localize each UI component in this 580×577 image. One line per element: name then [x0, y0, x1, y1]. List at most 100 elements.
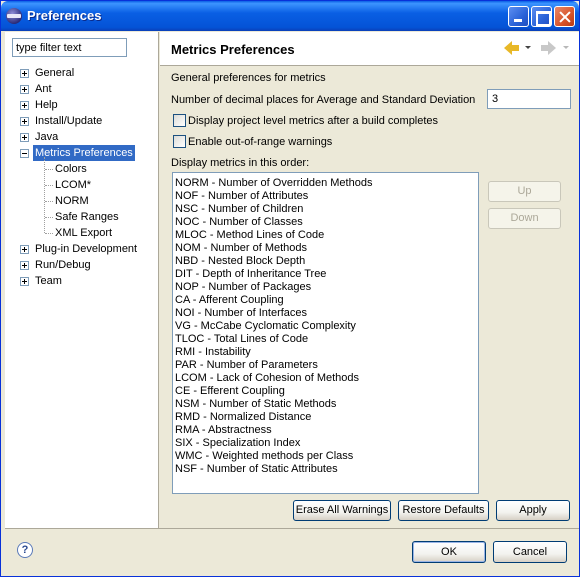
- expand-icon[interactable]: [20, 245, 29, 254]
- list-item[interactable]: NSM - Number of Static Methods: [173, 398, 478, 411]
- erase-warnings-button[interactable]: Erase All Warnings: [293, 500, 391, 521]
- restore-defaults-button[interactable]: Restore Defaults: [398, 500, 489, 521]
- preference-tree: General Ant Help Install/Update Java Metrics …: [5, 65, 159, 289]
- back-dropdown-icon[interactable]: [525, 46, 531, 49]
- tree-child-label: LCOM*: [55, 179, 92, 191]
- maximize-button[interactable]: [531, 6, 552, 27]
- list-item[interactable]: SIX - Specialization Index: [173, 437, 478, 450]
- page-title: Metrics Preferences: [171, 42, 295, 57]
- list-item[interactable]: CE - Efferent Coupling: [173, 385, 478, 398]
- tree-connector: [45, 233, 53, 234]
- decimal-places-input[interactable]: [487, 89, 571, 109]
- forward-dropdown-icon[interactable]: [563, 46, 569, 49]
- apply-button[interactable]: Apply: [496, 500, 570, 521]
- tree-item-label: Run/Debug: [35, 259, 91, 271]
- expand-icon[interactable]: [20, 277, 29, 286]
- list-item[interactable]: CA - Afferent Coupling: [173, 294, 478, 307]
- collapse-icon[interactable]: [20, 149, 29, 158]
- expand-icon[interactable]: [20, 117, 29, 126]
- metrics-list[interactable]: NORM - Number of Overridden Methods NOF -…: [172, 172, 479, 494]
- general-label: General preferences for metrics: [171, 72, 326, 84]
- footer-divider: [5, 528, 579, 529]
- tree-item-general[interactable]: General: [5, 65, 159, 81]
- warnings-checkbox[interactable]: [173, 135, 186, 148]
- expand-icon[interactable]: [20, 261, 29, 270]
- tree-item-label: Metrics Preferences: [33, 145, 135, 161]
- tree-child-colors[interactable]: Colors: [5, 161, 159, 177]
- list-item[interactable]: DIT - Depth of Inheritance Tree: [173, 268, 478, 281]
- list-item[interactable]: TLOC - Total Lines of Code: [173, 333, 478, 346]
- tree-item-java[interactable]: Java: [5, 129, 159, 145]
- tree-item-install-update[interactable]: Install/Update: [5, 113, 159, 129]
- tree-child-label: NORM: [55, 195, 89, 207]
- tree-connector: [45, 217, 53, 218]
- eclipse-icon: [6, 8, 22, 24]
- up-button[interactable]: Up: [488, 181, 561, 202]
- tree-item-label: General: [35, 67, 75, 79]
- title-bar[interactable]: Preferences: [1, 1, 579, 31]
- help-icon[interactable]: ?: [17, 542, 33, 558]
- tree-child-safe-ranges[interactable]: Safe Ranges: [5, 209, 159, 225]
- tree-connector: [44, 157, 45, 233]
- tree-item-metrics-preferences[interactable]: Metrics Preferences: [5, 145, 159, 161]
- metrics-order-label: Display metrics in this order:: [171, 157, 310, 169]
- list-item[interactable]: RMI - Instability: [173, 346, 478, 359]
- preference-tree-pane: General Ant Help Install/Update Java Metrics …: [5, 32, 159, 528]
- close-button[interactable]: [554, 6, 575, 27]
- tree-item-help[interactable]: Help: [5, 97, 159, 113]
- filter-input[interactable]: [12, 38, 127, 57]
- forward-arrow-icon[interactable]: [540, 41, 556, 55]
- tree-item-label: Team: [35, 275, 62, 287]
- tree-item-label: Ant: [35, 83, 52, 95]
- tree-item-run-debug[interactable]: Run/Debug: [5, 257, 159, 273]
- list-item[interactable]: NOI - Number of Interfaces: [173, 307, 478, 320]
- window-title: Preferences: [27, 8, 102, 23]
- list-item[interactable]: NOM - Number of Methods: [173, 242, 478, 255]
- tree-item-team[interactable]: Team: [5, 273, 159, 289]
- expand-icon[interactable]: [20, 69, 29, 78]
- display-project-checkbox[interactable]: [173, 114, 186, 127]
- expand-icon[interactable]: [20, 85, 29, 94]
- list-item[interactable]: WMC - Weighted methods per Class: [173, 450, 478, 463]
- list-item[interactable]: VG - McCabe Cyclomatic Complexity: [173, 320, 478, 333]
- list-item[interactable]: NSF - Number of Static Attributes: [173, 463, 478, 476]
- tree-child-norm[interactable]: NORM: [5, 193, 159, 209]
- tree-connector: [45, 185, 53, 186]
- list-item[interactable]: LCOM - Lack of Cohesion of Methods: [173, 372, 478, 385]
- down-button[interactable]: Down: [488, 208, 561, 229]
- tree-item-plug-in-development[interactable]: Plug-in Development: [5, 241, 159, 257]
- preferences-window: Preferences General Ant Help Install/Update…: [0, 0, 580, 577]
- tree-child-label: Safe Ranges: [55, 211, 119, 223]
- tree-child-label: Colors: [55, 163, 87, 175]
- tree-item-label: Install/Update: [35, 115, 103, 127]
- list-item[interactable]: NORM - Number of Overridden Methods: [173, 177, 478, 190]
- page-header: Metrics Preferences: [160, 32, 579, 66]
- list-item[interactable]: RMD - Normalized Distance: [173, 411, 478, 424]
- expand-icon[interactable]: [20, 133, 29, 142]
- tree-child-label: XML Export: [55, 227, 113, 239]
- tree-connector: [45, 169, 53, 170]
- tree-child-lcom-[interactable]: LCOM*: [5, 177, 159, 193]
- decimal-places-label: Number of decimal places for Average and…: [171, 94, 476, 106]
- ok-button[interactable]: OK: [412, 541, 486, 563]
- list-item[interactable]: NOF - Number of Attributes: [173, 190, 478, 203]
- list-item[interactable]: RMA - Abstractness: [173, 424, 478, 437]
- list-item[interactable]: PAR - Number of Parameters: [173, 359, 478, 372]
- tree-item-label: Help: [35, 99, 58, 111]
- cancel-button[interactable]: Cancel: [493, 541, 567, 563]
- tree-child-xml-export[interactable]: XML Export: [5, 225, 159, 241]
- warnings-label: Enable out-of-range warnings: [188, 136, 333, 148]
- list-item[interactable]: MLOC - Method Lines of Code: [173, 229, 478, 242]
- tree-connector: [45, 201, 53, 202]
- tree-item-label: Plug-in Development: [35, 243, 138, 255]
- tree-item-label: Java: [35, 131, 59, 143]
- minimize-button[interactable]: [508, 6, 529, 27]
- expand-icon[interactable]: [20, 101, 29, 110]
- tree-item-ant[interactable]: Ant: [5, 81, 159, 97]
- list-item[interactable]: NSC - Number of Children: [173, 203, 478, 216]
- list-item[interactable]: NOP - Number of Packages: [173, 281, 478, 294]
- back-arrow-icon[interactable]: [504, 41, 520, 55]
- preference-page: Metrics Preferences General preferences …: [160, 32, 579, 528]
- list-item[interactable]: NOC - Number of Classes: [173, 216, 478, 229]
- list-item[interactable]: NBD - Nested Block Depth: [173, 255, 478, 268]
